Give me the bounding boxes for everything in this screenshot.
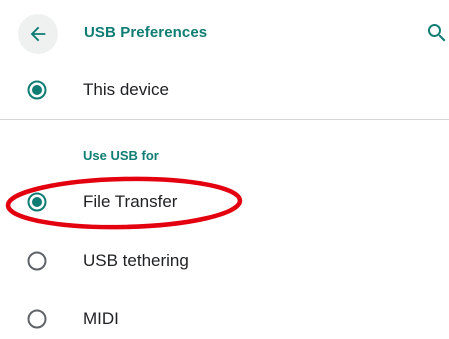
app-bar: USB Preferences [0,0,449,62]
page-title: USB Preferences [84,24,208,41]
radio-unselected-icon[interactable] [27,309,47,329]
radio-selected-icon[interactable] [27,192,47,212]
usb-tethering-option[interactable]: USB tethering [0,233,449,289]
section-title-use-usb-for: Use USB for [83,148,159,163]
file-transfer-label: File Transfer [83,192,178,211]
file-transfer-option[interactable]: File Transfer [0,174,449,230]
midi-label: MIDI [83,309,119,328]
search-icon [428,24,446,42]
midi-option[interactable]: MIDI [0,291,449,339]
back-button[interactable] [18,14,58,54]
usb-tethering-label: USB tethering [83,251,189,270]
arrow-back-icon [30,26,46,42]
radio-selected-icon[interactable] [27,80,47,100]
this-device-label: This device [83,80,169,99]
divider [0,119,449,120]
usb-preferences-screen: USB Preferences This device Use USB for … [0,0,449,339]
this-device-option[interactable]: This device [0,62,449,118]
radio-unselected-icon[interactable] [27,251,47,271]
search-button[interactable] [420,16,449,50]
